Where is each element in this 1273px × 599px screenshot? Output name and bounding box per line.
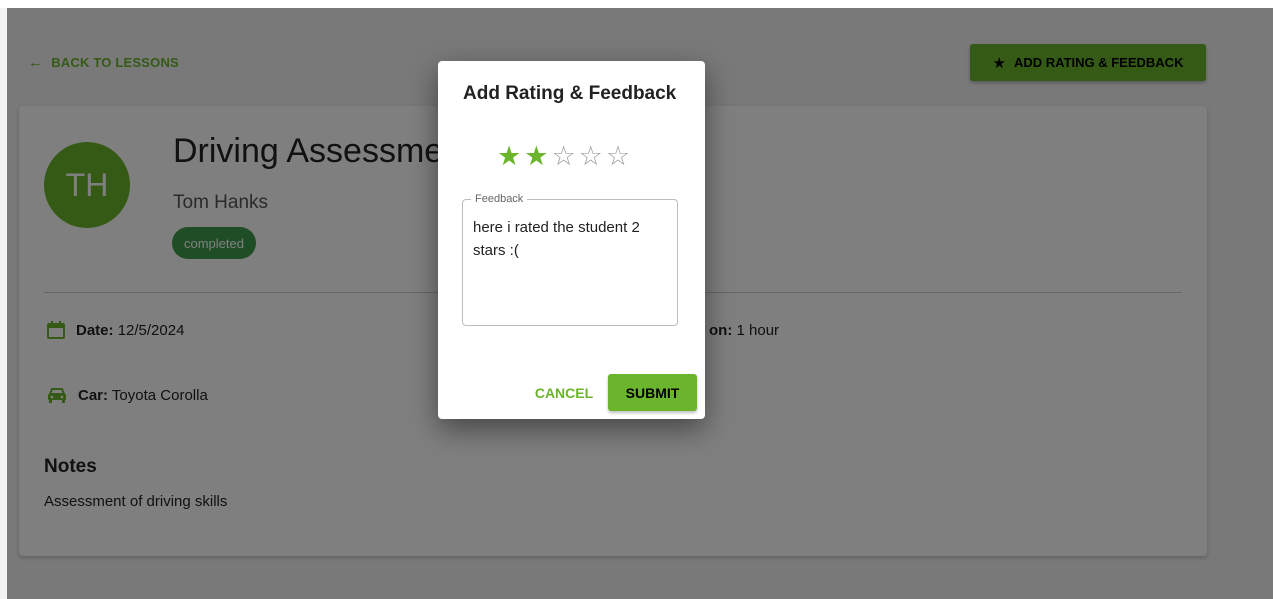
submit-button[interactable]: SUBMIT bbox=[608, 374, 697, 411]
rating-star-5-icon[interactable]: ☆ bbox=[606, 143, 630, 170]
star-rating: ★ ★ ☆ ☆ ☆ bbox=[497, 143, 630, 170]
rating-star-1-icon[interactable]: ★ bbox=[497, 143, 521, 170]
rating-dialog: Add Rating & Feedback ★ ★ ☆ ☆ ☆ Feedback her… bbox=[438, 61, 705, 419]
top-strip bbox=[0, 0, 1273, 8]
lesson-detail-page: ← BACK TO LESSONS ★ ADD RATING & FEEDBAC… bbox=[0, 0, 1273, 599]
cancel-button[interactable]: CANCEL bbox=[523, 374, 605, 411]
feedback-field[interactable]: Feedback here i rated the student 2 star… bbox=[462, 193, 678, 326]
feedback-input[interactable]: here i rated the student 2 stars :( bbox=[473, 216, 673, 262]
rating-star-3-icon[interactable]: ☆ bbox=[551, 143, 575, 170]
rating-star-4-icon[interactable]: ☆ bbox=[579, 143, 603, 170]
rating-star-2-icon[interactable]: ★ bbox=[524, 143, 548, 170]
dialog-title: Add Rating & Feedback bbox=[463, 83, 677, 104]
feedback-label: Feedback bbox=[471, 193, 528, 206]
